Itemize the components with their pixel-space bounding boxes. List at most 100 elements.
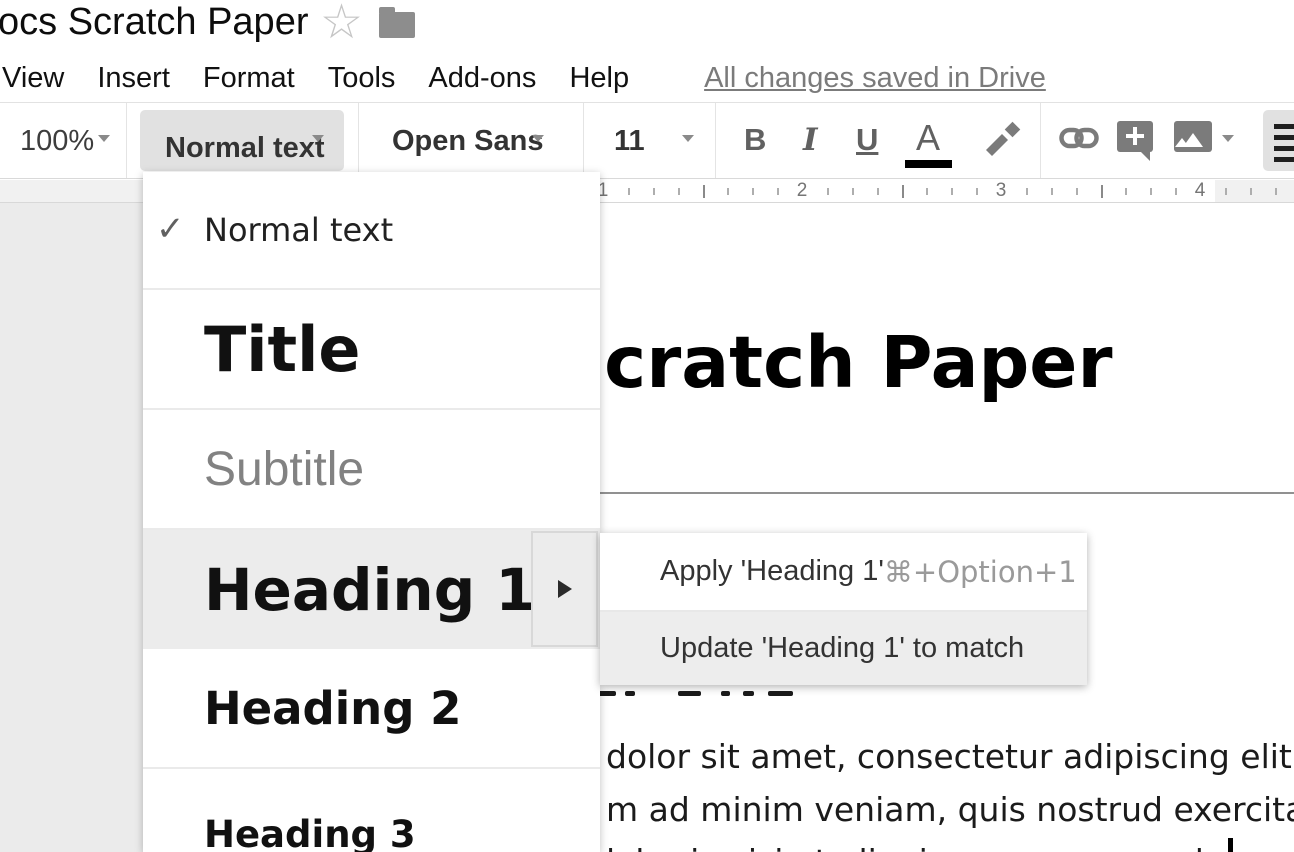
style-option-heading-1[interactable]: Heading 1 [143, 530, 600, 649]
insert-image-icon[interactable] [1174, 121, 1212, 152]
ruler-tick [852, 188, 854, 195]
styles-select-value: Normal text [165, 132, 325, 165]
ruler-tick [1275, 188, 1277, 195]
ruler-tick [1026, 188, 1028, 195]
menu-help[interactable]: Help [569, 62, 629, 95]
ruler-tick [877, 188, 879, 195]
ruler-tick [902, 185, 904, 198]
ruler-tick [827, 188, 829, 195]
zoom-select[interactable]: 100% [20, 125, 94, 158]
align-bar [1274, 135, 1294, 140]
styles-caret-icon [312, 135, 324, 142]
menu-addons[interactable]: Add-ons [428, 62, 536, 95]
ruler-number: 4 [1195, 180, 1206, 202]
title-bar: ocs Scratch Paper ☆ [0, 0, 1294, 52]
ruler-tick [628, 188, 630, 195]
bold-button[interactable]: B [744, 122, 766, 158]
apply-heading-1-label: Apply 'Heading 1' [660, 555, 884, 588]
zoom-caret-icon[interactable] [98, 135, 110, 142]
mountain-icon [1175, 138, 1189, 147]
ruler-tick [1175, 188, 1177, 195]
save-status-link[interactable]: All changes saved in Drive [704, 62, 1046, 95]
ruler-tick [727, 188, 729, 195]
right-arrow-icon [558, 580, 572, 598]
occluded-heading-fragment [743, 691, 754, 696]
insert-link-icon[interactable] [1059, 123, 1099, 153]
menu-tools[interactable]: Tools [328, 62, 396, 95]
font-caret-icon[interactable] [532, 135, 544, 142]
ruler-tick [777, 188, 779, 195]
align-bar [1274, 157, 1294, 162]
style-option-label: Heading 2 [204, 682, 461, 735]
menu-format[interactable]: Format [203, 62, 295, 95]
ruler-page-region [595, 180, 1215, 202]
occluded-heading-fragment [625, 691, 635, 696]
style-option-label: Normal text [204, 211, 393, 249]
ruler-tick [1101, 185, 1103, 198]
style-option-label: Heading 1 [204, 556, 536, 624]
apply-heading-1-item[interactable]: Apply 'Heading 1' ⌘+Option+1 [600, 533, 1087, 612]
document-name[interactable]: ocs Scratch Paper [0, 1, 308, 44]
text-cursor [1228, 838, 1233, 852]
ruler-tick [1051, 188, 1053, 195]
heading-1-submenu: Apply 'Heading 1' ⌘+Option+1 Update 'Hea… [600, 533, 1087, 685]
ruler-tick [752, 188, 754, 195]
toolbar-separator [715, 103, 716, 178]
ruler-tick [951, 188, 953, 195]
style-option-label: Subtitle [204, 442, 364, 497]
align-bar [1274, 146, 1294, 151]
toolbar-separator [1040, 103, 1041, 178]
font-select[interactable]: Open Sans [392, 125, 544, 158]
menu-view[interactable]: View [2, 62, 64, 95]
style-option-label: Title [204, 313, 360, 386]
ruler-tick [1225, 188, 1227, 195]
occluded-heading-fragment [768, 691, 793, 696]
ruler-tick [926, 188, 928, 195]
body-text-line[interactable]: m ad minim veniam, quis nostrud exercita… [606, 790, 1294, 829]
style-option-normal-text[interactable]: ✓ Normal text [143, 172, 600, 290]
ruler-tick [1076, 188, 1078, 195]
occluded-heading-fragment [598, 691, 616, 696]
toolbar-separator [126, 103, 127, 178]
style-option-title[interactable]: Title [143, 290, 600, 410]
heading-1-submenu-arrow[interactable] [531, 531, 598, 647]
comment-tail [1140, 151, 1150, 161]
menu-bar: View Insert Format Tools Add-ons Help Al… [2, 55, 1046, 101]
toolbar: 100% Normal text Open Sans 11 B I U A [0, 103, 1294, 179]
image-caret-icon[interactable] [1222, 135, 1234, 142]
text-color-button[interactable]: A [916, 117, 940, 159]
ruler-number: 3 [996, 180, 1007, 202]
occluded-heading-fragment [721, 691, 730, 696]
checkmark-icon: ✓ [156, 209, 185, 249]
body-text-line[interactable]: dolor sit amet, consectetur adipiscing e… [606, 737, 1294, 776]
google-docs-window: ocs Scratch Paper ☆ View Insert Format T… [0, 0, 1294, 852]
italic-button[interactable]: I [803, 122, 818, 158]
font-size-select[interactable]: 11 [614, 125, 645, 158]
document-title-text[interactable]: Scratch Paper [553, 321, 1112, 404]
ruler-tick [1250, 188, 1252, 195]
body-text-line[interactable]: laboris nisi ut aliquip ex ea commodo co… [606, 842, 1294, 852]
styles-select[interactable]: Normal text [140, 110, 344, 171]
plus-icon [1133, 127, 1137, 145]
menu-insert[interactable]: Insert [97, 62, 170, 95]
style-option-subtitle[interactable]: Subtitle [143, 410, 600, 530]
style-option-heading-2[interactable]: Heading 2 [143, 649, 600, 769]
style-option-heading-3[interactable]: Heading 3 [143, 769, 600, 852]
update-heading-1-item[interactable]: Update 'Heading 1' to match [600, 612, 1087, 685]
star-icon[interactable]: ☆ [320, 0, 363, 50]
ruler-tick [1125, 188, 1127, 195]
folder-icon[interactable] [379, 12, 415, 38]
align-bar [1274, 124, 1294, 129]
styles-dropdown-menu: ✓ Normal text Title Subtitle Heading 1 H… [143, 172, 600, 852]
insert-comment-icon[interactable] [1117, 121, 1153, 152]
highlight-color-button[interactable] [980, 118, 1022, 160]
ruler-tick [976, 188, 978, 195]
apply-heading-1-shortcut: ⌘+Option+1 [884, 555, 1077, 589]
align-button[interactable] [1263, 110, 1294, 171]
underline-button[interactable]: U [856, 122, 878, 158]
font-size-caret-icon[interactable] [682, 135, 694, 142]
text-color-indicator [905, 160, 952, 168]
ruler-tick [678, 188, 680, 195]
ruler-tick [1150, 188, 1152, 195]
toolbar-separator [358, 103, 359, 178]
